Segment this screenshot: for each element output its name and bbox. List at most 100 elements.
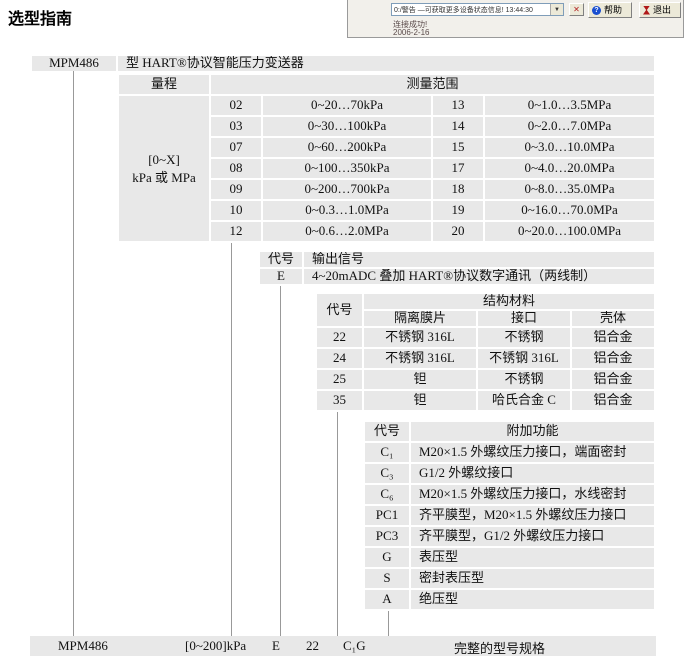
range-code-cell: 18 [433, 180, 483, 199]
material-port-cell: 哈氏合金 C [478, 391, 570, 410]
range-value-cell: 0~200…700kPa [263, 180, 431, 199]
material-diaphragm-cell: 钽 [364, 391, 476, 410]
material-code-cell: 25 [317, 370, 362, 389]
range-code-cell: 07 [211, 138, 261, 157]
material-code-cell: 35 [317, 391, 362, 410]
addon-desc-cell: 齐平膜型，M20×1.5 外螺纹压力接口 [411, 506, 654, 525]
range-value-cell: 0~8.0…35.0MPa [485, 180, 654, 199]
range-title-header: 测量范围 [211, 75, 654, 94]
range-side-label-line2: kPa 或 MPa [132, 170, 196, 185]
addon-code-header: 代号 [365, 422, 409, 441]
range-table: 量程 测量范围 [0~X] kPa 或 MPa 02 0~20…70kPa 13… [117, 73, 656, 243]
range-value-cell: 0~3.0…10.0MPa [485, 138, 654, 157]
addon-code-cell: S [365, 569, 409, 588]
range-value-cell: 0~1.0…3.5MPa [485, 96, 654, 115]
output-title-header: 输出信号 [304, 252, 654, 267]
connector-line-material [337, 412, 338, 636]
material-port-cell: 不锈钢 [478, 370, 570, 389]
material-code-cell: 24 [317, 349, 362, 368]
addon-code-cell: C₁ [365, 443, 409, 462]
range-side-label-line1: [0~X] [148, 152, 180, 167]
range-code-cell: 19 [433, 201, 483, 220]
material-table: 代号 结构材料 隔离膜片 接口 壳体 22 不锈钢 316L 不锈钢 铝合金 2… [315, 292, 656, 412]
range-value-cell: 0~4.0…20.0MPa [485, 159, 654, 178]
exit-icon [643, 6, 650, 15]
addon-code-cell: PC1 [365, 506, 409, 525]
model-title-cell: 型 HART®协议智能压力变送器 [118, 56, 654, 71]
example-order-bar: MPM486 [0~200]kPa E 22 C₁G 完整的型号规格 [30, 636, 656, 656]
device-status-combobox[interactable]: 0:/警告 —可获取更多设备状态信息! 13:44:30 ▼ [391, 3, 564, 16]
addon-desc-cell: G1/2 外螺纹接口 [411, 464, 654, 483]
addon-desc-cell: 绝压型 [411, 590, 654, 609]
model-header-table: MPM486 型 HART®协议智能压力变送器 [30, 54, 656, 73]
range-value-cell: 0~2.0…7.0MPa [485, 117, 654, 136]
addon-desc-cell: M20×1.5 外螺纹压力接口，端面密封 [411, 443, 654, 462]
example-model: MPM486 [58, 638, 108, 654]
output-desc-cell: 4~20mADC 叠加 HART®协议数字通讯（两线制） [304, 269, 654, 284]
addon-title-header: 附加功能 [411, 422, 654, 441]
range-value-cell: 0~20…70kPa [263, 96, 431, 115]
example-output: E [272, 638, 280, 654]
material-housing-cell: 铝合金 [572, 391, 654, 410]
addon-desc-cell: 密封表压型 [411, 569, 654, 588]
clear-message-button[interactable]: ✕ [569, 3, 584, 16]
material-housing-cell: 铝合金 [572, 328, 654, 347]
material-diaphragm-cell: 钽 [364, 370, 476, 389]
range-code-cell: 10 [211, 201, 261, 220]
range-value-cell: 0~100…350kPa [263, 159, 431, 178]
material-housing-cell: 铝合金 [572, 370, 654, 389]
addon-table: 代号 附加功能 C₁ M20×1.5 外螺纹压力接口，端面密封 C₃ G1/2 … [363, 420, 656, 611]
status-date-text: 2006-2-16 [393, 28, 429, 37]
range-value-cell: 0~30…100kPa [263, 117, 431, 136]
range-code-cell: 08 [211, 159, 261, 178]
range-value-cell: 0~16.0…70.0MPa [485, 201, 654, 220]
exit-button[interactable]: 退出 [639, 2, 681, 18]
addon-code-cell: C₆ [365, 485, 409, 504]
output-code-header: 代号 [260, 252, 302, 267]
chevron-down-icon[interactable]: ▼ [550, 4, 563, 15]
output-code-cell: E [260, 269, 302, 284]
material-port-cell: 不锈钢 316L [478, 349, 570, 368]
close-icon: ✕ [573, 5, 580, 14]
range-code-cell: 13 [433, 96, 483, 115]
range-code-cell: 02 [211, 96, 261, 115]
combobox-value: 0:/警告 —可获取更多设备状态信息! 13:44:30 [392, 5, 550, 15]
range-code-cell: 12 [211, 222, 261, 241]
range-side-label: [0~X] kPa 或 MPa [119, 96, 209, 241]
help-button[interactable]: ? 帮助 [588, 2, 632, 18]
example-material: 22 [306, 638, 319, 654]
range-col-header: 量程 [119, 75, 209, 94]
material-col-diaphragm: 隔离膜片 [364, 311, 476, 326]
material-col-port: 接口 [478, 311, 570, 326]
output-signal-table: 代号 输出信号 E 4~20mADC 叠加 HART®协议数字通讯（两线制） [258, 250, 656, 286]
range-value-cell: 0~60…200kPa [263, 138, 431, 157]
addon-desc-cell: M20×1.5 外螺纹压力接口，水线密封 [411, 485, 654, 504]
range-code-cell: 14 [433, 117, 483, 136]
material-port-cell: 不锈钢 [478, 328, 570, 347]
range-code-cell: 09 [211, 180, 261, 199]
material-code-cell: 22 [317, 328, 362, 347]
help-icon: ? [592, 6, 601, 15]
datasheet-page: 选型指南 0:/警告 —可获取更多设备状态信息! 13:44:30 ▼ ✕ ? … [0, 0, 686, 663]
page-title: 选型指南 [8, 5, 72, 29]
model-code-cell: MPM486 [32, 56, 116, 71]
exit-button-label: 退出 [653, 6, 671, 15]
addon-code-cell: G [365, 548, 409, 567]
example-range: [0~200]kPa [185, 638, 246, 654]
addon-desc-cell: 表压型 [411, 548, 654, 567]
help-button-label: 帮助 [604, 6, 622, 15]
material-col-housing: 壳体 [572, 311, 654, 326]
status-window: 0:/警告 —可获取更多设备状态信息! 13:44:30 ▼ ✕ ? 帮助 退出… [347, 0, 684, 38]
range-code-cell: 17 [433, 159, 483, 178]
material-housing-cell: 铝合金 [572, 349, 654, 368]
example-label: 完整的型号规格 [454, 638, 545, 657]
addon-desc-cell: 齐平膜型，G1/2 外螺纹压力接口 [411, 527, 654, 546]
range-code-cell: 15 [433, 138, 483, 157]
connector-line-output [280, 286, 281, 636]
material-diaphragm-cell: 不锈钢 316L [364, 349, 476, 368]
connector-line-addon [388, 611, 389, 636]
material-title-header: 结构材料 [364, 294, 654, 309]
material-code-header: 代号 [317, 294, 362, 326]
range-code-cell: 03 [211, 117, 261, 136]
range-value-cell: 0~20.0…100.0MPa [485, 222, 654, 241]
